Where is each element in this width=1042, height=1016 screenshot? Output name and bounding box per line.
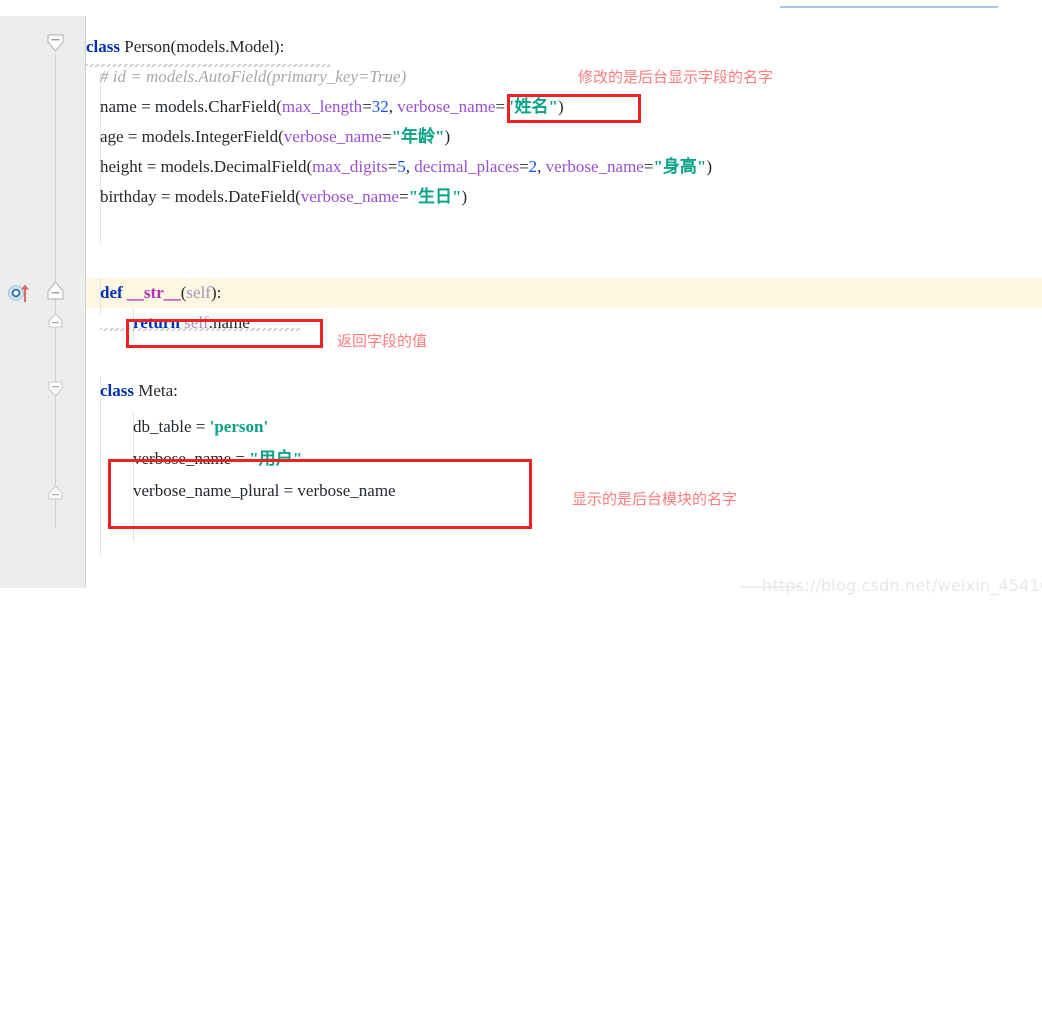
code-line-db-table[interactable]: db_table = 'person' — [133, 412, 268, 442]
fold-marker-meta-block[interactable] — [46, 484, 65, 503]
kwarg-verbose-name-age: verbose_name — [283, 127, 382, 146]
equals-verbose-name-field: = — [495, 97, 506, 116]
field-name-assignment: name = models.CharField( — [100, 97, 282, 116]
separator-height-args-2: , — [537, 157, 546, 176]
value-decimal-places: 2 — [528, 157, 538, 176]
code-line-meta-verbose-name-plural[interactable]: verbose_name_plural = verbose_name — [133, 476, 396, 506]
field-height-assignment: height = models.DecimalField( — [100, 157, 313, 176]
dunder-str-name: __str__ — [126, 283, 181, 302]
equals-verbose-name-height: = — [643, 157, 654, 176]
equals-max-digits: = — [387, 157, 398, 176]
value-max-digits: 5 — [397, 157, 406, 176]
annotation-field-verbose-name: 修改的是后台显示字段的名字 — [578, 68, 774, 86]
close-paren-str: ): — [210, 283, 222, 302]
field-age-assignment: age = models.IntegerField( — [100, 127, 284, 146]
separator-name-args: , — [388, 97, 398, 116]
fold-marker-class-meta[interactable] — [46, 380, 65, 399]
keyword-def: def — [100, 283, 123, 302]
code-content[interactable]: class Person(models.Model): # id = model… — [86, 16, 1042, 588]
value-verbose-name-height: "身高" — [653, 157, 707, 176]
code-line-field-name[interactable]: name = models.CharField(max_length=32, v… — [100, 92, 564, 122]
meta-verbose-name-assignment: verbose_name = — [133, 449, 250, 468]
code-line-field-height[interactable]: height = models.DecimalField(max_digits=… — [100, 152, 712, 182]
top-accent-line — [780, 6, 998, 8]
fold-marker-def-str[interactable] — [46, 281, 65, 300]
close-paren-name: ) — [557, 97, 564, 116]
code-line-def-str[interactable]: def __str__(self): — [100, 278, 221, 308]
code-line-field-birthday[interactable]: birthday = models.DateField(verbose_name… — [100, 182, 467, 212]
fold-marker-return-block[interactable] — [46, 312, 65, 331]
meta-verbose-name-value: "用户" — [249, 449, 303, 468]
kwarg-verbose-name-field: verbose_name — [397, 97, 496, 116]
watermark-url: https://blog.csdn.net/weixin_45410462 — [762, 576, 1042, 595]
fold-marker-class-person[interactable] — [46, 34, 65, 53]
db-table-value: 'person' — [209, 417, 269, 436]
annotation-module-name: 显示的是后台模块的名字 — [572, 490, 738, 508]
close-paren-height: ) — [706, 157, 713, 176]
value-verbose-name-field: "姓名" — [505, 97, 558, 116]
code-line-class-person[interactable]: class Person(models.Model): — [86, 32, 284, 62]
override-method-icon[interactable] — [8, 282, 30, 302]
code-line-meta-verbose-name[interactable]: verbose_name = "用户" — [133, 444, 302, 474]
class-meta-name: Meta: — [134, 381, 178, 400]
code-line-return-name[interactable]: return self.name — [133, 308, 250, 338]
kwarg-decimal-places: decimal_places — [414, 157, 520, 176]
comment-autofield-id: # id = models.AutoField(primary_key=True… — [100, 67, 407, 86]
equals-verbose-name-age: = — [381, 127, 392, 146]
value-verbose-name-age: "年龄" — [391, 127, 445, 146]
equals-decimal-places: = — [519, 157, 529, 176]
code-editor[interactable]: class Person(models.Model): # id = model… — [0, 16, 1042, 595]
value-max-length: 32 — [371, 97, 389, 116]
annotation-return-value: 返回字段的值 — [337, 332, 428, 350]
fold-spine-upper — [55, 54, 56, 294]
code-line-comment-id[interactable]: # id = models.AutoField(primary_key=True… — [100, 62, 406, 92]
equals-max-length: = — [362, 97, 372, 116]
code-line-class-meta[interactable]: class Meta: — [100, 376, 178, 406]
kwarg-max-length: max_length — [281, 97, 363, 116]
keyword-class-meta: class — [100, 381, 134, 400]
close-paren-birthday: ) — [461, 187, 468, 206]
db-table-assignment: db_table = — [133, 417, 210, 436]
kwarg-verbose-name-height: verbose_name — [545, 157, 644, 176]
keyword-return: return — [133, 313, 180, 332]
param-self-str: self — [186, 283, 211, 302]
value-verbose-name-birthday: "生日" — [408, 187, 462, 206]
keyword-class: class — [86, 37, 120, 56]
equals-verbose-name-birthday: = — [398, 187, 409, 206]
kwarg-max-digits: max_digits — [312, 157, 388, 176]
attribute-name: .name — [208, 313, 250, 332]
kwarg-verbose-name-birthday: verbose_name — [300, 187, 399, 206]
code-line-field-age[interactable]: age = models.IntegerField(verbose_name="… — [100, 122, 450, 152]
class-person-signature: Person(models.Model): — [120, 37, 285, 56]
self-reference: self — [184, 313, 209, 332]
field-birthday-assignment: birthday = models.DateField( — [100, 187, 301, 206]
close-paren-age: ) — [444, 127, 451, 146]
meta-verbose-name-plural-assignment: verbose_name_plural = verbose_name — [133, 481, 396, 500]
